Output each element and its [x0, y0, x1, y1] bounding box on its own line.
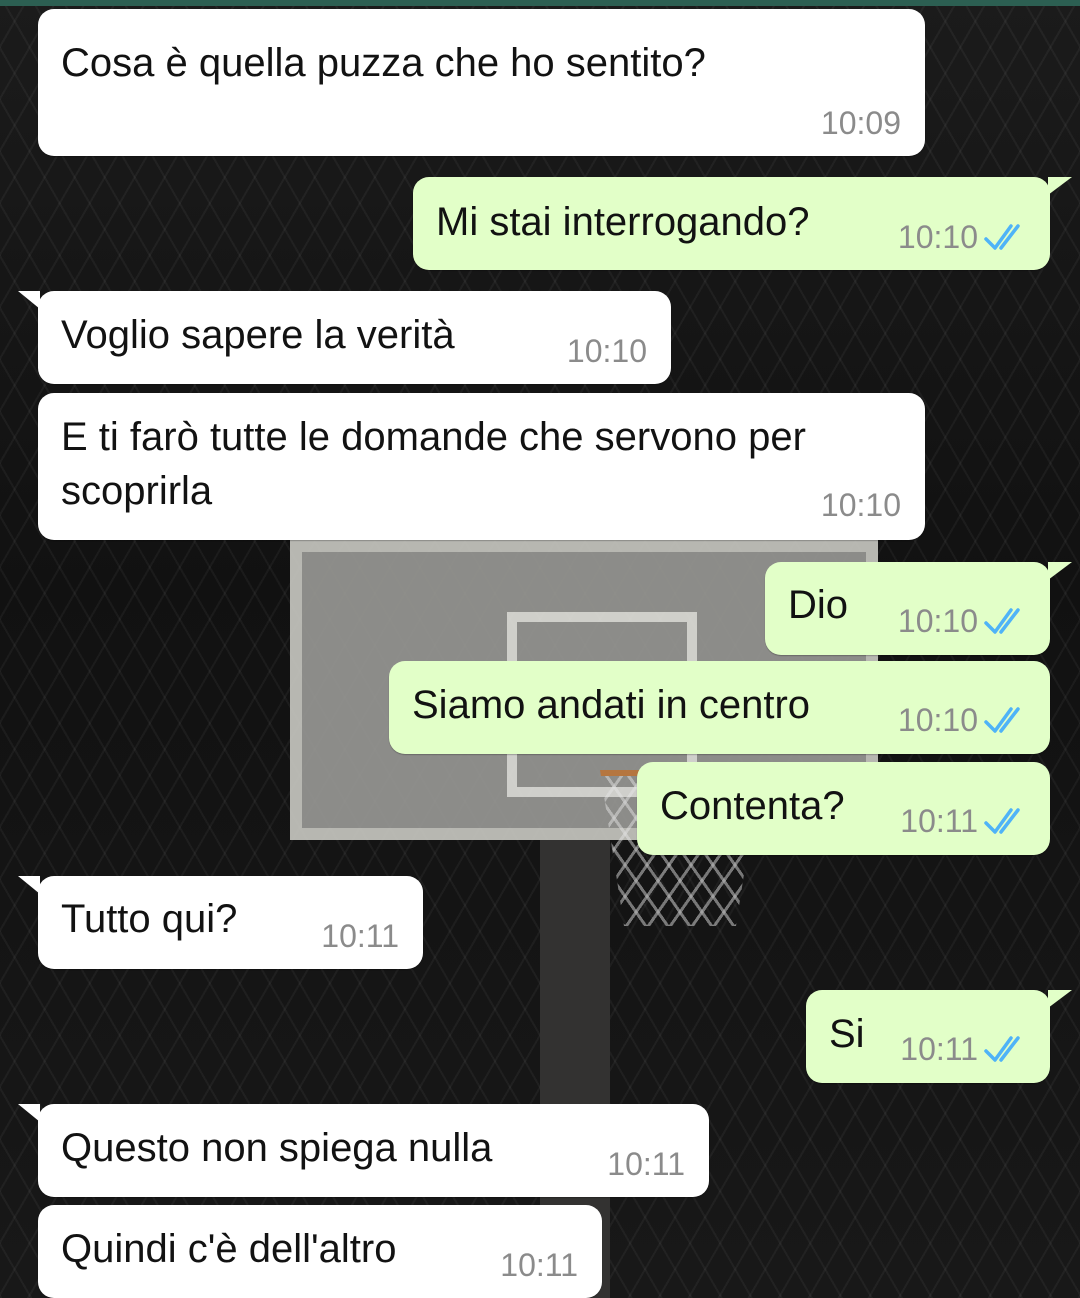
message-bubble-outgoing[interactable]: Mi stai interrogando? 10:10: [413, 177, 1072, 270]
message-text: Si: [829, 1012, 865, 1056]
message-bubble-incoming[interactable]: E ti farò tutte le domande che servono p…: [38, 393, 925, 540]
message-time: 10:11: [900, 1031, 978, 1067]
message-text: Mi stai interrogando?: [436, 200, 810, 244]
message-text: Siamo andati in centro: [412, 683, 811, 727]
top-bar-edge: [0, 0, 1080, 6]
bubble-tail: [1048, 562, 1072, 580]
message-bubble-outgoing[interactable]: Si 10:11: [806, 990, 1072, 1083]
message-bubble-outgoing[interactable]: Dio 10:10: [765, 562, 1072, 655]
message-bubble-incoming[interactable]: Questo non spiega nulla 10:11: [18, 1104, 709, 1197]
message-text: Dio: [788, 583, 849, 627]
message-time: 10:10: [566, 333, 647, 369]
message-text: Quindi c'è dell'altro: [61, 1227, 397, 1271]
message-bubble-outgoing[interactable]: Contenta? 10:11: [637, 762, 1050, 855]
message-time: 10:10: [820, 487, 901, 523]
message-bubble-outgoing[interactable]: Siamo andati in centro 10:10: [389, 661, 1050, 754]
message-bubble-incoming[interactable]: Cosa è quella puzza che ho sentito? 10:0…: [38, 9, 925, 156]
message-text: Questo non spiega nulla: [61, 1126, 493, 1170]
bubble-tail: [18, 1104, 40, 1122]
message-time: 10:10: [897, 702, 978, 738]
message-bubble-incoming[interactable]: Tutto qui? 10:11: [18, 876, 423, 969]
double-check-icon: [984, 224, 1020, 250]
message-text: E ti farò tutte le domande che servono p…: [61, 415, 818, 513]
message-text: Voglio sapere la verità: [61, 313, 455, 357]
double-check-icon: [984, 1036, 1020, 1062]
bubble-tail: [18, 876, 40, 894]
message-text: Tutto qui?: [61, 897, 238, 941]
message-time: 10:10: [897, 219, 978, 255]
message-time: 10:11: [500, 1247, 578, 1283]
message-time: 10:11: [321, 918, 399, 954]
message-text: Contenta?: [660, 784, 845, 828]
message-time: 10:11: [607, 1146, 685, 1182]
message-bubble-incoming[interactable]: Voglio sapere la verità 10:10: [18, 291, 671, 384]
message-text: Cosa è quella puzza che ho sentito?: [61, 41, 706, 85]
double-check-icon: [984, 608, 1020, 634]
message-bubble-incoming[interactable]: Quindi c'è dell'altro 10:11: [38, 1205, 602, 1298]
message-time: 10:11: [900, 803, 978, 839]
bubble-tail: [1048, 990, 1072, 1008]
bubble-tail: [1048, 177, 1072, 195]
double-check-icon: [984, 808, 1020, 834]
double-check-icon: [984, 707, 1020, 733]
message-time: 10:10: [897, 603, 978, 639]
bubble-tail: [18, 291, 40, 309]
message-time: 10:09: [820, 105, 901, 141]
